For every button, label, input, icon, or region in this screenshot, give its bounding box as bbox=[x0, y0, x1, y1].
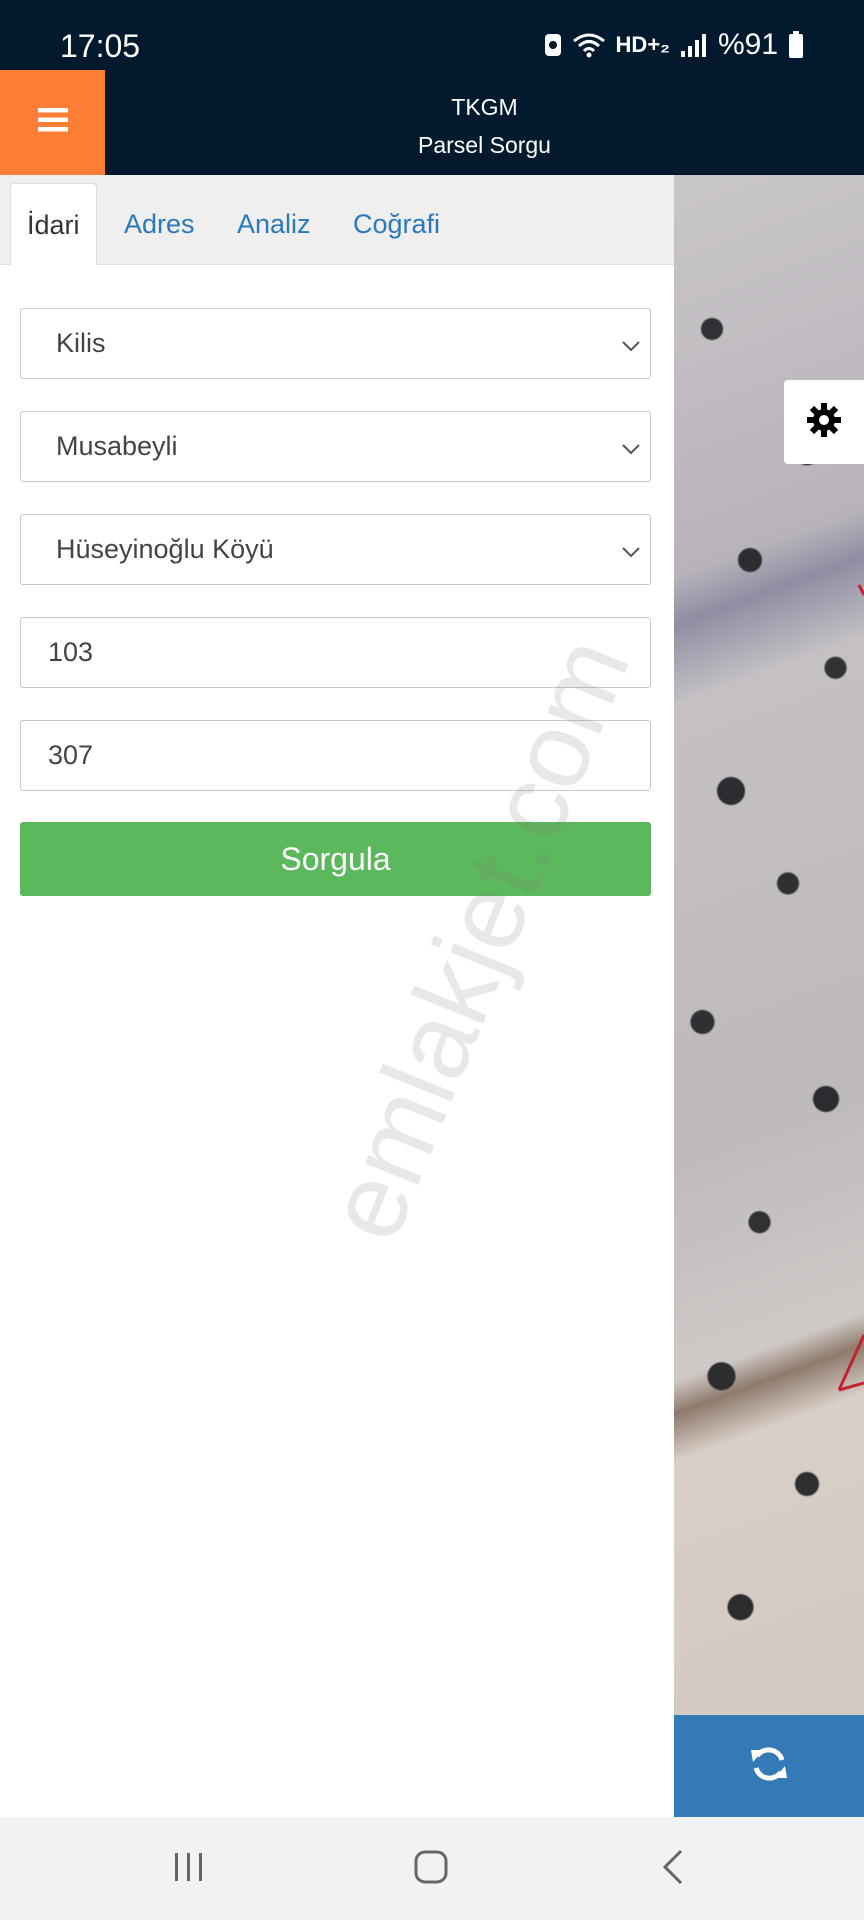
app-title-line2: Parsel Sorgu bbox=[418, 132, 551, 158]
query-panel: İdari Adres Analiz Coğrafi Kilis Musabey… bbox=[0, 175, 674, 1817]
battery-icon bbox=[788, 31, 804, 59]
block-value: 103 bbox=[48, 637, 94, 667]
home-icon bbox=[414, 1850, 448, 1889]
app-header: TKGM Parsel Sorgu bbox=[0, 70, 864, 175]
refresh-icon bbox=[749, 1744, 789, 1789]
neighborhood-select[interactable]: Hüseyinoğlu Köyü bbox=[20, 514, 651, 585]
parcel-value: 307 bbox=[48, 740, 94, 770]
app-title-line1: TKGM bbox=[451, 94, 518, 120]
battery-percent: %91 bbox=[717, 28, 778, 61]
tab-bar: İdari Adres Analiz Coğrafi bbox=[0, 175, 674, 265]
status-bar: 17:05 HD+₂ %91 bbox=[0, 0, 864, 70]
district-select[interactable]: Musabeyli bbox=[20, 411, 651, 482]
home-button[interactable] bbox=[401, 1847, 461, 1891]
menu-button[interactable] bbox=[0, 70, 105, 175]
chevron-down-icon bbox=[620, 436, 642, 467]
refresh-button[interactable] bbox=[674, 1715, 864, 1817]
tab-analiz[interactable]: Analiz bbox=[237, 183, 311, 265]
system-nav-bar bbox=[0, 1817, 864, 1920]
app-title: TKGM Parsel Sorgu bbox=[105, 88, 864, 164]
signal-icon bbox=[680, 33, 708, 57]
province-select[interactable]: Kilis bbox=[20, 308, 651, 379]
tab-adres[interactable]: Adres bbox=[124, 183, 195, 265]
query-button[interactable]: Sorgula bbox=[20, 822, 651, 896]
hamburger-icon bbox=[37, 107, 68, 138]
status-icons: HD+₂ %91 bbox=[544, 28, 804, 62]
wifi-icon bbox=[572, 32, 606, 58]
status-time: 17:05 bbox=[60, 28, 141, 64]
district-value: Musabeyli bbox=[56, 431, 178, 461]
app-notification-icon bbox=[544, 32, 562, 58]
recent-apps-button[interactable] bbox=[159, 1847, 219, 1891]
neighborhood-value: Hüseyinoğlu Köyü bbox=[56, 534, 274, 564]
chevron-down-icon bbox=[620, 539, 642, 570]
tab-cografi[interactable]: Coğrafi bbox=[353, 183, 440, 265]
back-icon bbox=[661, 1849, 685, 1890]
block-input[interactable]: 103 bbox=[20, 617, 651, 688]
province-value: Kilis bbox=[56, 328, 106, 358]
satellite-map[interactable] bbox=[674, 175, 864, 1715]
chevron-down-icon bbox=[620, 333, 642, 364]
parcel-input[interactable]: 307 bbox=[20, 720, 651, 791]
back-button[interactable] bbox=[643, 1847, 703, 1891]
recent-apps-icon bbox=[172, 1851, 206, 1888]
tab-idari[interactable]: İdari bbox=[10, 183, 97, 265]
network-type: HD+₂ bbox=[615, 32, 670, 57]
